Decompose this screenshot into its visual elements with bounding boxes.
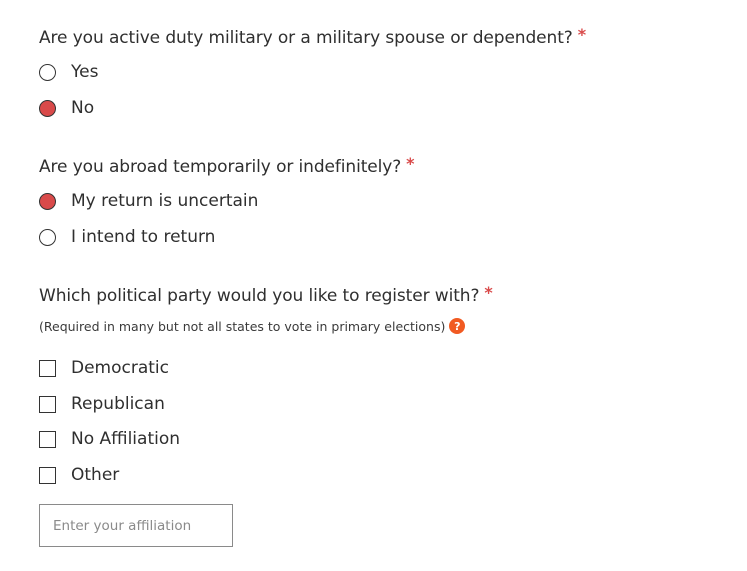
radio-button-selected[interactable] bbox=[39, 99, 56, 117]
required-asterisk: * bbox=[577, 25, 586, 44]
required-asterisk: * bbox=[406, 154, 415, 173]
military-option-yes[interactable]: Yes bbox=[39, 62, 98, 82]
radio-button-selected[interactable] bbox=[39, 192, 56, 210]
radio-button[interactable] bbox=[39, 63, 56, 81]
abroad-option-return-label: I intend to return bbox=[71, 227, 216, 247]
checkbox[interactable] bbox=[39, 466, 56, 484]
affiliation-input[interactable] bbox=[39, 504, 233, 547]
party-option-other[interactable]: Other bbox=[39, 465, 119, 485]
military-option-no[interactable]: No bbox=[39, 98, 94, 118]
checkbox[interactable] bbox=[39, 430, 56, 448]
party-option-republican-label: Republican bbox=[71, 394, 165, 414]
abroad-option-return[interactable]: I intend to return bbox=[39, 227, 215, 247]
military-question-text: Are you active duty military or a milita… bbox=[39, 28, 573, 48]
party-option-republican[interactable]: Republican bbox=[39, 394, 165, 414]
party-option-democratic-label: Democratic bbox=[71, 358, 169, 378]
required-asterisk: * bbox=[484, 283, 493, 302]
party-note: (Required in many but not all states to … bbox=[39, 318, 466, 334]
question-circle-icon[interactable]: ? bbox=[449, 318, 466, 334]
military-question-label: Are you active duty military or a milita… bbox=[39, 25, 586, 48]
party-option-democratic[interactable]: Democratic bbox=[39, 358, 169, 378]
party-question-text: Which political party would you like to … bbox=[39, 286, 480, 306]
checkbox[interactable] bbox=[39, 359, 56, 377]
party-option-no-affiliation-label: No Affiliation bbox=[71, 429, 181, 449]
party-note-text: (Required in many but not all states to … bbox=[39, 318, 446, 334]
abroad-option-uncertain[interactable]: My return is uncertain bbox=[39, 191, 258, 211]
party-option-no-affiliation[interactable]: No Affiliation bbox=[39, 429, 180, 449]
party-option-other-label: Other bbox=[71, 465, 120, 485]
abroad-question-label: Are you abroad temporarily or indefinite… bbox=[39, 154, 415, 177]
military-option-no-label: No bbox=[71, 98, 95, 118]
military-option-yes-label: Yes bbox=[71, 62, 99, 82]
checkbox[interactable] bbox=[39, 395, 56, 413]
abroad-option-uncertain-label: My return is uncertain bbox=[71, 191, 259, 211]
radio-button[interactable] bbox=[39, 228, 56, 246]
party-question-label: Which political party would you like to … bbox=[39, 283, 493, 306]
abroad-question-text: Are you abroad temporarily or indefinite… bbox=[39, 157, 402, 177]
